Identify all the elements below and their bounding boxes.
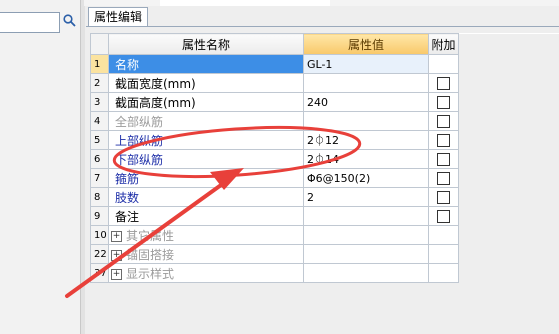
extra-checkbox[interactable] [437,152,450,166]
extra-checkbox[interactable] [437,114,450,128]
group-label: 显示样式 [126,266,175,281]
row-number: 5 [90,130,109,150]
table-row[interactable]: 10 + 其它属性 [90,225,559,245]
search-input[interactable] [0,12,60,33]
expand-plus-icon[interactable]: + [111,249,122,261]
extra-checkbox[interactable] [437,209,450,223]
property-value-cell[interactable]: 2⏀12 [303,130,429,150]
property-value-cell[interactable]: 2⏀14 [303,149,429,169]
row-number: 3 [90,92,109,112]
extra-cell [428,54,459,74]
table-row[interactable]: 4 全部纵筋 [90,111,559,131]
property-name-cell[interactable]: 截面高度(mm) [108,92,304,112]
property-value-cell[interactable]: 240 [303,92,429,112]
extra-cell [428,263,459,283]
row-number: 22 [90,244,109,264]
table-row[interactable]: 6 下部纵筋 2⏀14 [90,149,559,169]
left-panel [0,0,80,334]
search-button[interactable] [60,12,78,32]
property-name-cell[interactable]: 备注 [108,206,304,226]
tab-strip-divider [86,26,559,27]
property-name-cell[interactable]: 截面宽度(mm) [108,73,304,93]
extra-cell [428,111,459,131]
header-row-number [90,33,109,55]
extra-checkbox[interactable] [437,171,450,185]
row-number: 37 [90,263,109,283]
table-row[interactable]: 8 肢数 2 [90,187,559,207]
property-value-cell[interactable] [303,263,429,283]
table-row[interactable]: 7 箍筋 Φ6@150(2) [90,168,559,188]
expand-plus-icon[interactable]: + [111,268,122,280]
extra-cell [428,168,459,188]
row-number: 4 [90,111,109,131]
row-number: 6 [90,149,109,169]
table-row[interactable]: 1 名称 GL-1 [90,54,559,74]
table-row[interactable]: 3 截面高度(mm) 240 [90,92,559,112]
property-name-cell[interactable]: 肢数 [108,187,304,207]
search-icon [62,14,76,30]
row-number: 1 [90,54,109,74]
property-value-cell[interactable]: 2 [303,187,429,207]
row-number: 10 [90,225,109,245]
property-name-cell[interactable]: 下部纵筋 [108,149,304,169]
grid-header-row: 属性名称 属性值 附加 [90,33,559,55]
table-row[interactable]: 2 截面宽度(mm) [90,73,559,93]
header-property-value[interactable]: 属性值 [303,33,429,55]
property-value-cell[interactable] [303,111,429,131]
header-extra[interactable]: 附加 [428,33,459,55]
property-grid: 属性名称 属性值 附加 1 名称 GL-1 2 截面宽度(mm) 3 截面高度(… [90,33,559,283]
row-number: 9 [90,206,109,226]
property-group-cell[interactable]: + 其它属性 [108,225,304,245]
property-name-cell[interactable]: 全部纵筋 [108,111,304,131]
table-row[interactable]: 37 + 显示样式 [90,263,559,283]
property-value-cell[interactable]: Φ6@150(2) [303,168,429,188]
extra-cell [428,225,459,245]
tab-property-edit[interactable]: 属性编辑 [88,7,148,27]
property-name-cell[interactable]: 名称 [108,54,304,74]
group-label: 其它属性 [126,228,175,243]
table-row[interactable]: 5 上部纵筋 2⏀12 [90,130,559,150]
extra-checkbox[interactable] [437,133,450,147]
table-row[interactable]: 22 + 锚固搭接 [90,244,559,264]
extra-checkbox[interactable] [437,76,450,90]
header-property-name[interactable]: 属性名称 [108,33,304,55]
group-label: 锚固搭接 [126,247,175,262]
grid-empty-area [458,33,559,55]
extra-cell [428,187,459,207]
expand-plus-icon[interactable]: + [111,230,122,242]
row-number: 7 [90,168,109,188]
extra-cell [428,130,459,150]
property-name-cell[interactable]: 箍筋 [108,168,304,188]
extra-checkbox[interactable] [437,95,450,109]
extra-cell [428,206,459,226]
property-name-cell[interactable]: 上部纵筋 [108,130,304,150]
row-number: 8 [90,187,109,207]
extra-checkbox[interactable] [437,190,450,204]
extra-cell [428,244,459,264]
property-group-cell[interactable]: + 锚固搭接 [108,244,304,264]
property-value-cell[interactable]: GL-1 [303,54,429,74]
property-value-cell[interactable] [303,206,429,226]
row-number: 2 [90,73,109,93]
property-group-cell[interactable]: + 显示样式 [108,263,304,283]
extra-cell [428,92,459,112]
property-value-cell[interactable] [303,225,429,245]
property-value-cell[interactable] [303,244,429,264]
panel-splitter[interactable] [80,0,85,334]
top-strip-highlight [160,0,330,6]
table-row[interactable]: 9 备注 [90,206,559,226]
extra-cell [428,149,459,169]
property-value-cell[interactable] [303,73,429,93]
extra-cell [428,73,459,93]
